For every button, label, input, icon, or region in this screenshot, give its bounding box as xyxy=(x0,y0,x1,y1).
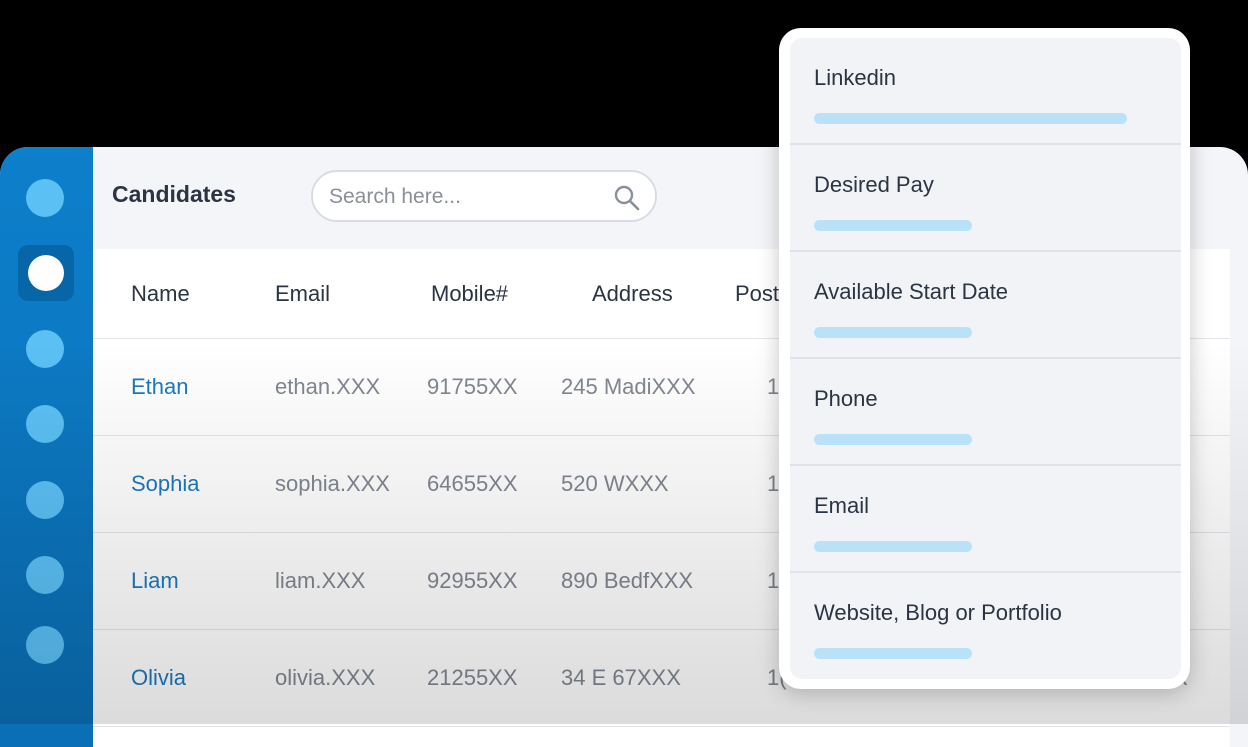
field-list: Linkedin Desired Pay Available Start Dat… xyxy=(790,38,1181,679)
field-placeholder-bar xyxy=(814,434,972,445)
candidate-name-link[interactable]: Sophia xyxy=(131,436,200,532)
candidate-email: ethan.XXX xyxy=(275,374,381,399)
field-option-email[interactable]: Email xyxy=(790,466,1181,573)
search-box[interactable] xyxy=(311,170,657,222)
candidate-mobile: 91755XX xyxy=(427,374,518,399)
field-option-available-start-date[interactable]: Available Start Date xyxy=(790,252,1181,359)
field-option-desired-pay[interactable]: Desired Pay xyxy=(790,145,1181,252)
field-label: Email xyxy=(814,493,870,518)
sidebar-item-6[interactable] xyxy=(26,556,64,594)
sidebar-item-4[interactable] xyxy=(26,405,64,443)
candidate-address: 245 MadiXXX xyxy=(561,374,696,399)
field-label: Website, Blog or Portfolio xyxy=(814,600,1062,625)
column-header-email[interactable]: Email xyxy=(275,249,330,338)
candidate-address: 520 WXXX xyxy=(561,471,669,496)
candidate-name-link[interactable]: Liam xyxy=(131,533,179,629)
candidate-mobile: 64655XX xyxy=(427,471,518,496)
field-placeholder-bar xyxy=(814,113,1127,124)
sidebar-item-3[interactable] xyxy=(26,330,64,368)
column-header-mobile[interactable]: Mobile# xyxy=(431,249,508,338)
field-placeholder-bar xyxy=(814,541,972,552)
field-option-linkedin[interactable]: Linkedin xyxy=(790,38,1181,145)
candidate-email: olivia.XXX xyxy=(275,665,376,690)
candidate-mobile: 92955XX xyxy=(427,568,518,593)
candidate-email: sophia.XXX xyxy=(275,471,390,496)
field-label: Linkedin xyxy=(814,65,896,90)
sidebar-item-7[interactable] xyxy=(26,626,64,664)
field-label: Available Start Date xyxy=(814,279,1009,304)
column-header-name[interactable]: Name xyxy=(131,249,190,338)
sidebar-item-1[interactable] xyxy=(26,179,64,217)
sidebar xyxy=(0,147,93,747)
candidate-name-link[interactable]: Olivia xyxy=(131,630,186,726)
sidebar-item-5[interactable] xyxy=(26,481,64,519)
field-label: Phone xyxy=(814,386,878,411)
page-title: Candidates xyxy=(112,181,236,207)
sidebar-item-2-active[interactable] xyxy=(18,245,74,301)
column-header-address[interactable]: Address xyxy=(592,249,673,338)
field-option-website[interactable]: Website, Blog or Portfolio xyxy=(790,573,1181,679)
search-icon[interactable] xyxy=(613,184,641,212)
candidate-address: 34 E 67XXX xyxy=(561,665,681,690)
candidate-name-link[interactable]: Ethan xyxy=(131,339,189,435)
active-dot-icon xyxy=(28,255,64,291)
candidate-email: liam.XXX xyxy=(275,568,366,593)
field-placeholder-bar xyxy=(814,220,972,231)
column-header-post[interactable]: Post xyxy=(735,249,779,338)
field-option-phone[interactable]: Phone xyxy=(790,359,1181,466)
candidate-post: 1 xyxy=(767,374,780,399)
field-placeholder-bar xyxy=(814,648,972,659)
field-label: Desired Pay xyxy=(814,172,934,197)
search-input[interactable] xyxy=(327,184,601,210)
candidate-post: 1 xyxy=(767,568,780,593)
field-selector-panel: Linkedin Desired Pay Available Start Dat… xyxy=(779,28,1190,689)
field-placeholder-bar xyxy=(814,327,972,338)
candidate-mobile: 21255XX xyxy=(427,665,518,690)
candidate-address: 890 BedfXXX xyxy=(561,568,694,593)
